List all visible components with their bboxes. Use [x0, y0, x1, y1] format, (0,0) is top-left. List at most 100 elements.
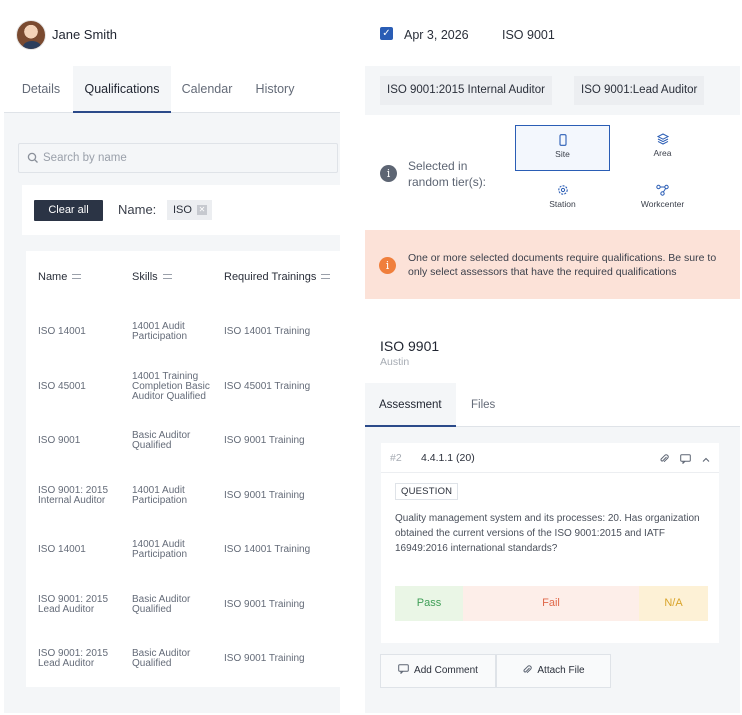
- cell-name-line: Internal Auditor: [38, 494, 106, 506]
- cell-skills-line: Qualified: [132, 603, 172, 615]
- cell-training: ISO 9001 Training: [224, 653, 305, 664]
- table-row[interactable]: ISO 14001 14001 Audit Participation ISO 140…: [26, 523, 340, 577]
- cell-name-line: ISO 9001: 2015: [38, 593, 109, 605]
- cell-skills-line: Auditor Qualified: [132, 390, 206, 402]
- table-row[interactable]: ISO 9001: 2015 Internal Auditor 14001 Audi…: [26, 469, 340, 523]
- tab-calendar[interactable]: Calendar: [176, 66, 238, 113]
- table-row[interactable]: ISO 9001: 2015 Lead Auditor Basic Auditor Q…: [26, 578, 340, 632]
- tier-station[interactable]: Station: [515, 176, 610, 222]
- table-row[interactable]: ISO 14001 14001 Audit Participation ISO 140…: [26, 305, 340, 359]
- column-header-trainings[interactable]: Required Trainings: [224, 271, 331, 283]
- cell-skills: 14001 Audit Participation: [132, 322, 187, 342]
- tab-qualifications[interactable]: Qualifications: [73, 66, 171, 113]
- cell-skills-line: Qualified: [132, 658, 172, 669]
- cell-skills: 14001 Training Completion Basic Auditor Qu…: [132, 371, 210, 402]
- cell-name-line: ISO 14001: [38, 326, 86, 337]
- network-icon: [656, 184, 669, 196]
- cell-skills-line: Participation: [132, 331, 188, 342]
- qualifications-table: Name Skills Required Trainings ISO 14001…: [26, 251, 340, 687]
- column-header-label: Required Trainings: [224, 271, 317, 283]
- cell-training: ISO 45001 Training: [224, 380, 311, 392]
- checkbox-checked-icon[interactable]: ✓: [380, 27, 393, 40]
- cell-name-line: ISO 9001: [38, 435, 81, 446]
- search-box: [18, 143, 338, 173]
- question-badge: QUESTION: [395, 483, 459, 500]
- answer-fail-button[interactable]: Fail: [463, 586, 639, 621]
- document-title: ISO 9901: [380, 338, 440, 354]
- clear-all-button[interactable]: Clear all: [34, 200, 103, 221]
- tab-details[interactable]: Details: [14, 66, 68, 113]
- phone-icon: [558, 134, 567, 146]
- cell-name-line: Lead Auditor: [38, 603, 95, 615]
- search-input[interactable]: [43, 149, 323, 167]
- question-text: Quality management system and its proces…: [395, 513, 700, 554]
- qualification-warning: i One or more selected documents require…: [365, 230, 740, 299]
- qualification-tag: ISO 9001:2015 Internal Auditor: [380, 76, 552, 105]
- question-code: 4.4.1.1 (20): [421, 452, 475, 464]
- question-header: #2 4.4.1.1 (20): [381, 443, 719, 473]
- profile-header: Jane Smith: [4, 0, 340, 66]
- table-row[interactable]: ISO 9001 Basic Auditor Qualified ISO 9001 T…: [26, 414, 340, 468]
- cell-skills: Basic Auditor Qualified: [132, 649, 190, 669]
- cell-name-line: Lead Auditor: [38, 658, 95, 669]
- add-comment-button[interactable]: Add Comment: [380, 654, 496, 688]
- profile-name: Jane Smith: [52, 27, 118, 42]
- cell-training: ISO 9001 Training: [224, 598, 305, 610]
- cell-skills-line: Participation: [132, 549, 188, 560]
- tier-area[interactable]: Area: [615, 125, 710, 171]
- tab-assessment[interactable]: Assessment: [365, 383, 456, 427]
- assignment-standard: ISO 9001: [502, 28, 555, 42]
- document-header: ISO 9901 Austin: [365, 323, 740, 383]
- qualifications-panel: Jane Smith Details Qualifications Calend…: [4, 0, 340, 713]
- question-card: #2 4.4.1.1 (20) QUESTION Quality managem…: [381, 443, 719, 643]
- comment-icon: [398, 664, 409, 675]
- answer-pass-button[interactable]: Pass: [395, 586, 463, 621]
- add-comment-label: Add Comment: [414, 665, 478, 676]
- cell-skills: 14001 Audit Participation: [132, 540, 187, 560]
- document-tabs: Assessment Files: [365, 383, 740, 427]
- cell-training: ISO 9001 Training: [224, 489, 305, 501]
- tier-label-area: Area: [653, 148, 672, 158]
- comment-icon[interactable]: [679, 451, 691, 469]
- tab-history[interactable]: History: [248, 66, 302, 113]
- tier-site[interactable]: Site: [515, 125, 610, 171]
- cell-name: ISO 9001: 2015 Internal Auditor: [38, 485, 108, 506]
- table-row[interactable]: ISO 45001 14001 Training Completion Basic A…: [26, 360, 340, 414]
- column-header-label: Name: [38, 271, 68, 283]
- filter-chip: ISO ✕: [167, 200, 212, 220]
- sort-icon[interactable]: [162, 274, 172, 279]
- close-icon[interactable]: ✕: [196, 205, 207, 215]
- paperclip-icon: [523, 665, 533, 674]
- profile-tabs: Details Qualifications Calendar History: [4, 66, 340, 113]
- info-icon: i: [380, 165, 397, 182]
- cell-name: ISO 14001: [38, 545, 86, 555]
- tier-workcenter[interactable]: Workcenter: [615, 176, 710, 222]
- tier-label-site: Site: [555, 149, 570, 159]
- cell-skills-line: Qualified: [132, 440, 172, 451]
- cell-skills-line: 14001 Audit: [132, 484, 185, 496]
- document-card: ISO 9901 Austin Assessment Files #2 4.4.…: [365, 323, 740, 713]
- filter-name-label: Name:: [118, 202, 157, 217]
- column-header-label: Skills: [132, 271, 158, 283]
- filter-chip-label: ISO: [173, 204, 192, 216]
- cell-skills: Basic Auditor Qualified: [132, 431, 190, 451]
- attach-file-button[interactable]: Attach File: [496, 654, 611, 688]
- cell-training: ISO 9001 Training: [224, 435, 305, 446]
- info-icon: i: [379, 257, 396, 274]
- answer-na-button[interactable]: N/A: [639, 586, 708, 621]
- cell-name: ISO 14001: [38, 327, 86, 337]
- table-row[interactable]: ISO 9001: 2015 Lead Auditor Basic Auditor Q…: [26, 632, 340, 686]
- column-header-name[interactable]: Name: [38, 271, 82, 283]
- chevron-up-icon[interactable]: [701, 451, 711, 469]
- filter-bar: Clear all Name: ISO ✕: [22, 185, 340, 235]
- sort-icon[interactable]: [321, 274, 331, 279]
- tab-files[interactable]: Files: [471, 383, 495, 427]
- paperclip-icon[interactable]: [659, 451, 669, 469]
- attach-file-label: Attach File: [537, 665, 585, 676]
- column-header-skills[interactable]: Skills: [132, 271, 172, 283]
- tier-label-workcenter: Workcenter: [640, 199, 685, 209]
- sort-icon[interactable]: [72, 274, 82, 279]
- cell-name: ISO 9001: [38, 436, 80, 446]
- warning-text: One or more selected documents require q…: [408, 252, 717, 278]
- tier-label-station: Station: [549, 199, 576, 209]
